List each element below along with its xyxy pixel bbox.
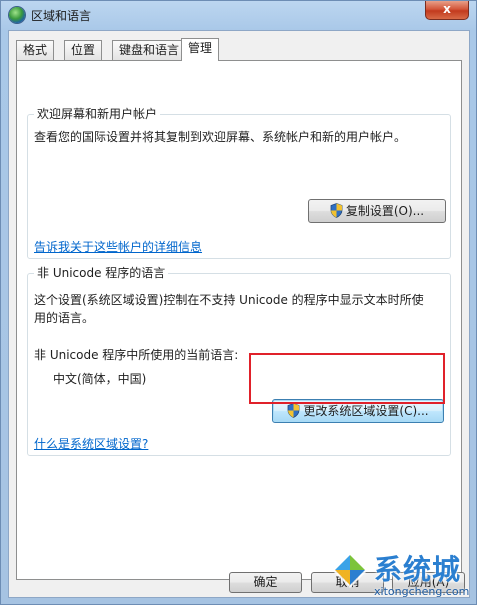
tab-administrative[interactable]: 管理 (181, 38, 220, 61)
unicode-description-line1: 这个设置(系统区域设置)控制在不支持 Unicode 的程序中显示文本时所使 (34, 293, 424, 307)
system-locale-help-link[interactable]: 什么是系统区域设置? (34, 435, 148, 452)
ok-label: 确定 (253, 575, 278, 589)
tab-label: 键盘和语言 (119, 43, 180, 57)
watermark-logo-icon (332, 552, 368, 588)
highlight-box (249, 353, 445, 404)
globe-icon (9, 7, 25, 23)
tab-location[interactable]: 位置 (64, 40, 103, 60)
uac-shield-icon (330, 203, 343, 218)
region-language-window: 区域和语言 x 格式 位置 键盘和语言 管理 欢迎屏幕和新用户帐户 查看您的国际… (0, 0, 477, 605)
copy-settings-label: 复制设置(O)... (345, 204, 425, 218)
watermark-subtitle: xitongcheng.com (374, 585, 470, 598)
ok-button[interactable]: 确定 (229, 572, 302, 593)
dialog-client: 格式 位置 键盘和语言 管理 欢迎屏幕和新用户帐户 查看您的国际设置并将其复制到… (8, 30, 470, 598)
copy-settings-button[interactable]: 复制设置(O)... (308, 199, 446, 223)
current-language-label: 非 Unicode 程序中所使用的当前语言: (34, 348, 239, 362)
close-button[interactable]: x (425, 1, 469, 20)
current-language-value: 中文(简体，中国) (53, 372, 147, 386)
tab-formats[interactable]: 格式 (16, 40, 55, 60)
close-icon: x (443, 2, 451, 16)
title-bar[interactable]: 区域和语言 x (1, 1, 476, 29)
administrative-panel: 欢迎屏幕和新用户帐户 查看您的国际设置并将其复制到欢迎屏幕、系统帐户和新的用户帐… (16, 60, 462, 580)
tab-keyboards-languages[interactable]: 键盘和语言 (112, 40, 187, 60)
tab-label: 管理 (188, 41, 213, 55)
watermark-title: 系统城 (374, 553, 462, 586)
group-title: 非 Unicode 程序的语言 (34, 266, 169, 281)
tab-label: 位置 (71, 43, 96, 57)
change-locale-label: 更改系统区域设置(C)... (303, 404, 429, 418)
accounts-details-link[interactable]: 告诉我关于这些帐户的详细信息 (34, 238, 202, 255)
uac-shield-icon (288, 403, 300, 418)
tab-label: 格式 (23, 43, 48, 57)
welcome-screen-group: 欢迎屏幕和新用户帐户 查看您的国际设置并将其复制到欢迎屏幕、系统帐户和新的用户帐… (27, 107, 451, 259)
unicode-description-line2: 用的语言。 (34, 311, 95, 325)
welcome-description: 查看您的国际设置并将其复制到欢迎屏幕、系统帐户和新的用户帐户。 (34, 130, 407, 144)
site-watermark: 系统城 xitongcheng.com (330, 548, 475, 603)
group-title: 欢迎屏幕和新用户帐户 (34, 107, 161, 122)
window-title: 区域和语言 (31, 9, 92, 23)
